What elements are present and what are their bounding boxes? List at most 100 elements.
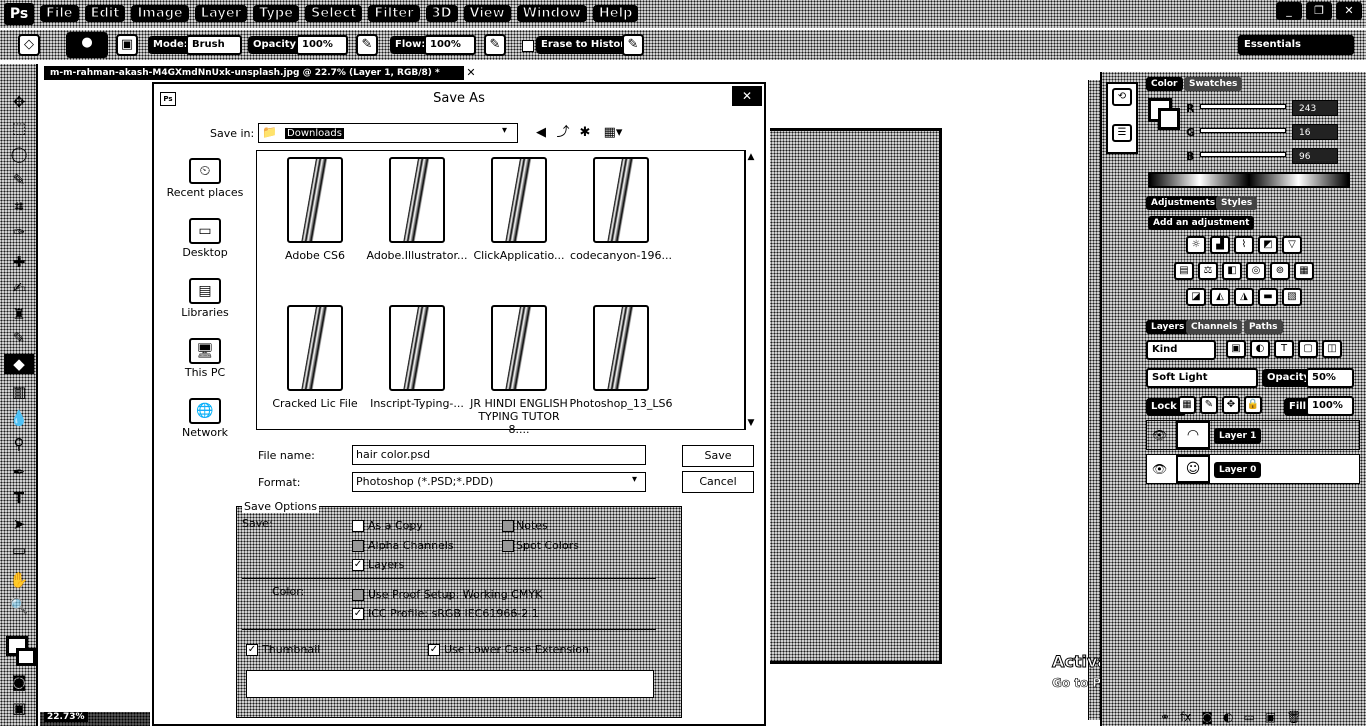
g-value[interactable]: 16: [1292, 124, 1338, 140]
selective-color-icon[interactable]: ▧: [1282, 288, 1302, 306]
tab-adjustments[interactable]: Adjustments: [1146, 196, 1221, 210]
tab-layers[interactable]: Layers: [1146, 320, 1190, 334]
eraser-tool-icon-active[interactable]: ◆: [4, 354, 34, 374]
zoom-tool-icon[interactable]: 🔍: [8, 596, 30, 616]
new-adjustment-icon[interactable]: ◐: [1223, 710, 1233, 724]
menu-window[interactable]: Window: [516, 5, 587, 22]
threshold-icon[interactable]: ◮: [1234, 288, 1254, 306]
airbrush-icon[interactable]: ✎: [484, 34, 506, 56]
menu-layer[interactable]: Layer: [194, 5, 248, 22]
close-tab-icon[interactable]: ✕: [464, 66, 478, 80]
blur-tool-icon[interactable]: 💧: [8, 408, 30, 428]
hue-saturation-icon[interactable]: ▤: [1174, 262, 1194, 280]
visibility-eye-icon[interactable]: 👁: [1152, 462, 1167, 476]
layer-style-icon[interactable]: fx: [1180, 710, 1191, 724]
r-slider[interactable]: [1200, 104, 1286, 109]
color-lookup-icon[interactable]: ▦: [1294, 262, 1314, 280]
menu-3d[interactable]: 3D: [425, 5, 458, 22]
new-group-icon[interactable]: ▭: [1244, 710, 1255, 724]
close-button[interactable]: ✕: [1336, 2, 1362, 20]
restore-button[interactable]: ❐: [1306, 2, 1332, 20]
add-mask-icon[interactable]: ◙: [1201, 710, 1213, 724]
invert-icon[interactable]: ◪: [1186, 288, 1206, 306]
view-menu-icon[interactable]: ▦▾: [600, 124, 626, 142]
workspace-select[interactable]: Essentials: [1238, 35, 1354, 55]
layer-name[interactable]: Layer 0: [1214, 462, 1262, 478]
pen-tool-icon[interactable]: ✒: [8, 462, 30, 482]
history-panel-icon[interactable]: ⟲: [1112, 88, 1132, 106]
file-item[interactable]: ClickApplicatio...: [467, 157, 571, 262]
move-tool-icon[interactable]: ✥: [8, 92, 30, 112]
tab-channels[interactable]: Channels: [1186, 320, 1243, 334]
quick-select-tool-icon[interactable]: ✎: [8, 170, 30, 190]
visibility-eye-icon[interactable]: 👁: [1152, 428, 1167, 442]
document-tab[interactable]: m-m-rahman-akash-M4GXmdNnUxk-unsplash.jp…: [44, 66, 464, 80]
filter-adjustment-icon[interactable]: ◐: [1250, 340, 1270, 358]
opacity-field[interactable]: 100%: [296, 35, 348, 55]
new-folder-icon[interactable]: ✱: [576, 124, 594, 142]
photo-filter-icon[interactable]: ◎: [1246, 262, 1266, 280]
channel-mixer-icon[interactable]: ⊚: [1270, 262, 1290, 280]
format-select[interactable]: Photoshop (*.PSD;*.PDD): [352, 472, 646, 492]
place-this-pc[interactable]: 🖥 This PC: [162, 338, 248, 379]
zoom-level[interactable]: 22.73%: [44, 712, 88, 722]
tab-swatches[interactable]: Swatches: [1184, 77, 1243, 91]
spot-colors-checkbox[interactable]: [502, 540, 514, 552]
menu-type[interactable]: Type: [253, 5, 300, 22]
notes-checkbox[interactable]: [502, 520, 514, 532]
back-icon[interactable]: ◀: [532, 124, 550, 142]
layer-kind-filter[interactable]: Kind: [1146, 340, 1216, 360]
filter-smart-icon[interactable]: ◫: [1322, 340, 1342, 358]
background-color-swatch[interactable]: [16, 648, 36, 666]
gradient-map-icon[interactable]: ▬: [1258, 288, 1278, 306]
file-name-input[interactable]: hair color.psd: [352, 445, 646, 465]
lock-image-icon[interactable]: ✎: [1200, 396, 1218, 414]
flow-field[interactable]: 100%: [424, 35, 476, 55]
menu-filter[interactable]: Filter: [368, 5, 420, 22]
layer-name[interactable]: Layer 1: [1214, 428, 1262, 444]
lock-position-icon[interactable]: ✥: [1222, 396, 1240, 414]
as-copy-checkbox[interactable]: [352, 520, 364, 532]
file-item[interactable]: Photoshop_13_LS6: [569, 305, 673, 410]
eraser-tool-icon[interactable]: ◇: [18, 34, 40, 56]
file-item[interactable]: Cracked Lic File: [263, 305, 367, 410]
save-button[interactable]: Save: [682, 445, 754, 467]
brush-panel-icon[interactable]: ▣: [116, 34, 138, 56]
exposure-icon[interactable]: ◩: [1258, 236, 1278, 254]
tab-paths[interactable]: Paths: [1244, 320, 1283, 334]
place-network[interactable]: 🌐 Network: [162, 398, 248, 439]
fill-field[interactable]: 100%: [1306, 396, 1354, 416]
filter-type-icon[interactable]: T: [1274, 340, 1294, 358]
place-desktop[interactable]: ▭ Desktop: [162, 218, 248, 259]
erase-history-checkbox[interactable]: [522, 40, 534, 52]
canvas-scrollbar[interactable]: [1088, 80, 1100, 720]
dodge-tool-icon[interactable]: ⚲: [8, 434, 30, 454]
lower-case-checkbox[interactable]: ✓: [428, 644, 440, 656]
up-folder-icon[interactable]: ⤴: [554, 124, 572, 142]
eyedropper-tool-icon[interactable]: ✑: [8, 222, 30, 242]
filter-pixel-icon[interactable]: ▣: [1226, 340, 1246, 358]
crop-tool-icon[interactable]: ⌗: [8, 196, 30, 216]
lasso-tool-icon[interactable]: ◯: [8, 144, 30, 164]
menu-help[interactable]: Help: [592, 5, 639, 22]
new-layer-icon[interactable]: ▣: [1265, 710, 1276, 724]
file-item[interactable]: Inscript-Typing-...: [365, 305, 469, 410]
brush-preset-picker[interactable]: ●: [66, 32, 108, 58]
brush-tool-icon[interactable]: ✍: [8, 278, 30, 298]
dialog-close-button[interactable]: ✕: [732, 86, 762, 106]
history-brush-tool-icon[interactable]: ✎: [8, 328, 30, 348]
healing-brush-tool-icon[interactable]: ✚: [8, 252, 30, 272]
b-value[interactable]: 96: [1292, 148, 1338, 164]
menu-file[interactable]: File: [40, 5, 79, 22]
menu-edit[interactable]: Edit: [84, 5, 126, 22]
clone-stamp-tool-icon[interactable]: ♜: [8, 304, 30, 324]
cancel-button[interactable]: Cancel: [682, 471, 754, 493]
blend-mode-select[interactable]: Soft Light: [1146, 368, 1258, 388]
icc-profile-checkbox[interactable]: ✓: [352, 608, 364, 620]
minimize-button[interactable]: _: [1276, 2, 1302, 20]
save-in-select[interactable]: Downloads: [258, 123, 518, 143]
shape-tool-icon[interactable]: ▭: [8, 540, 30, 560]
layer-opacity-field[interactable]: 50%: [1306, 368, 1354, 388]
r-value[interactable]: 243: [1292, 100, 1338, 116]
place-recent[interactable]: ⏲ Recent places: [162, 158, 248, 199]
